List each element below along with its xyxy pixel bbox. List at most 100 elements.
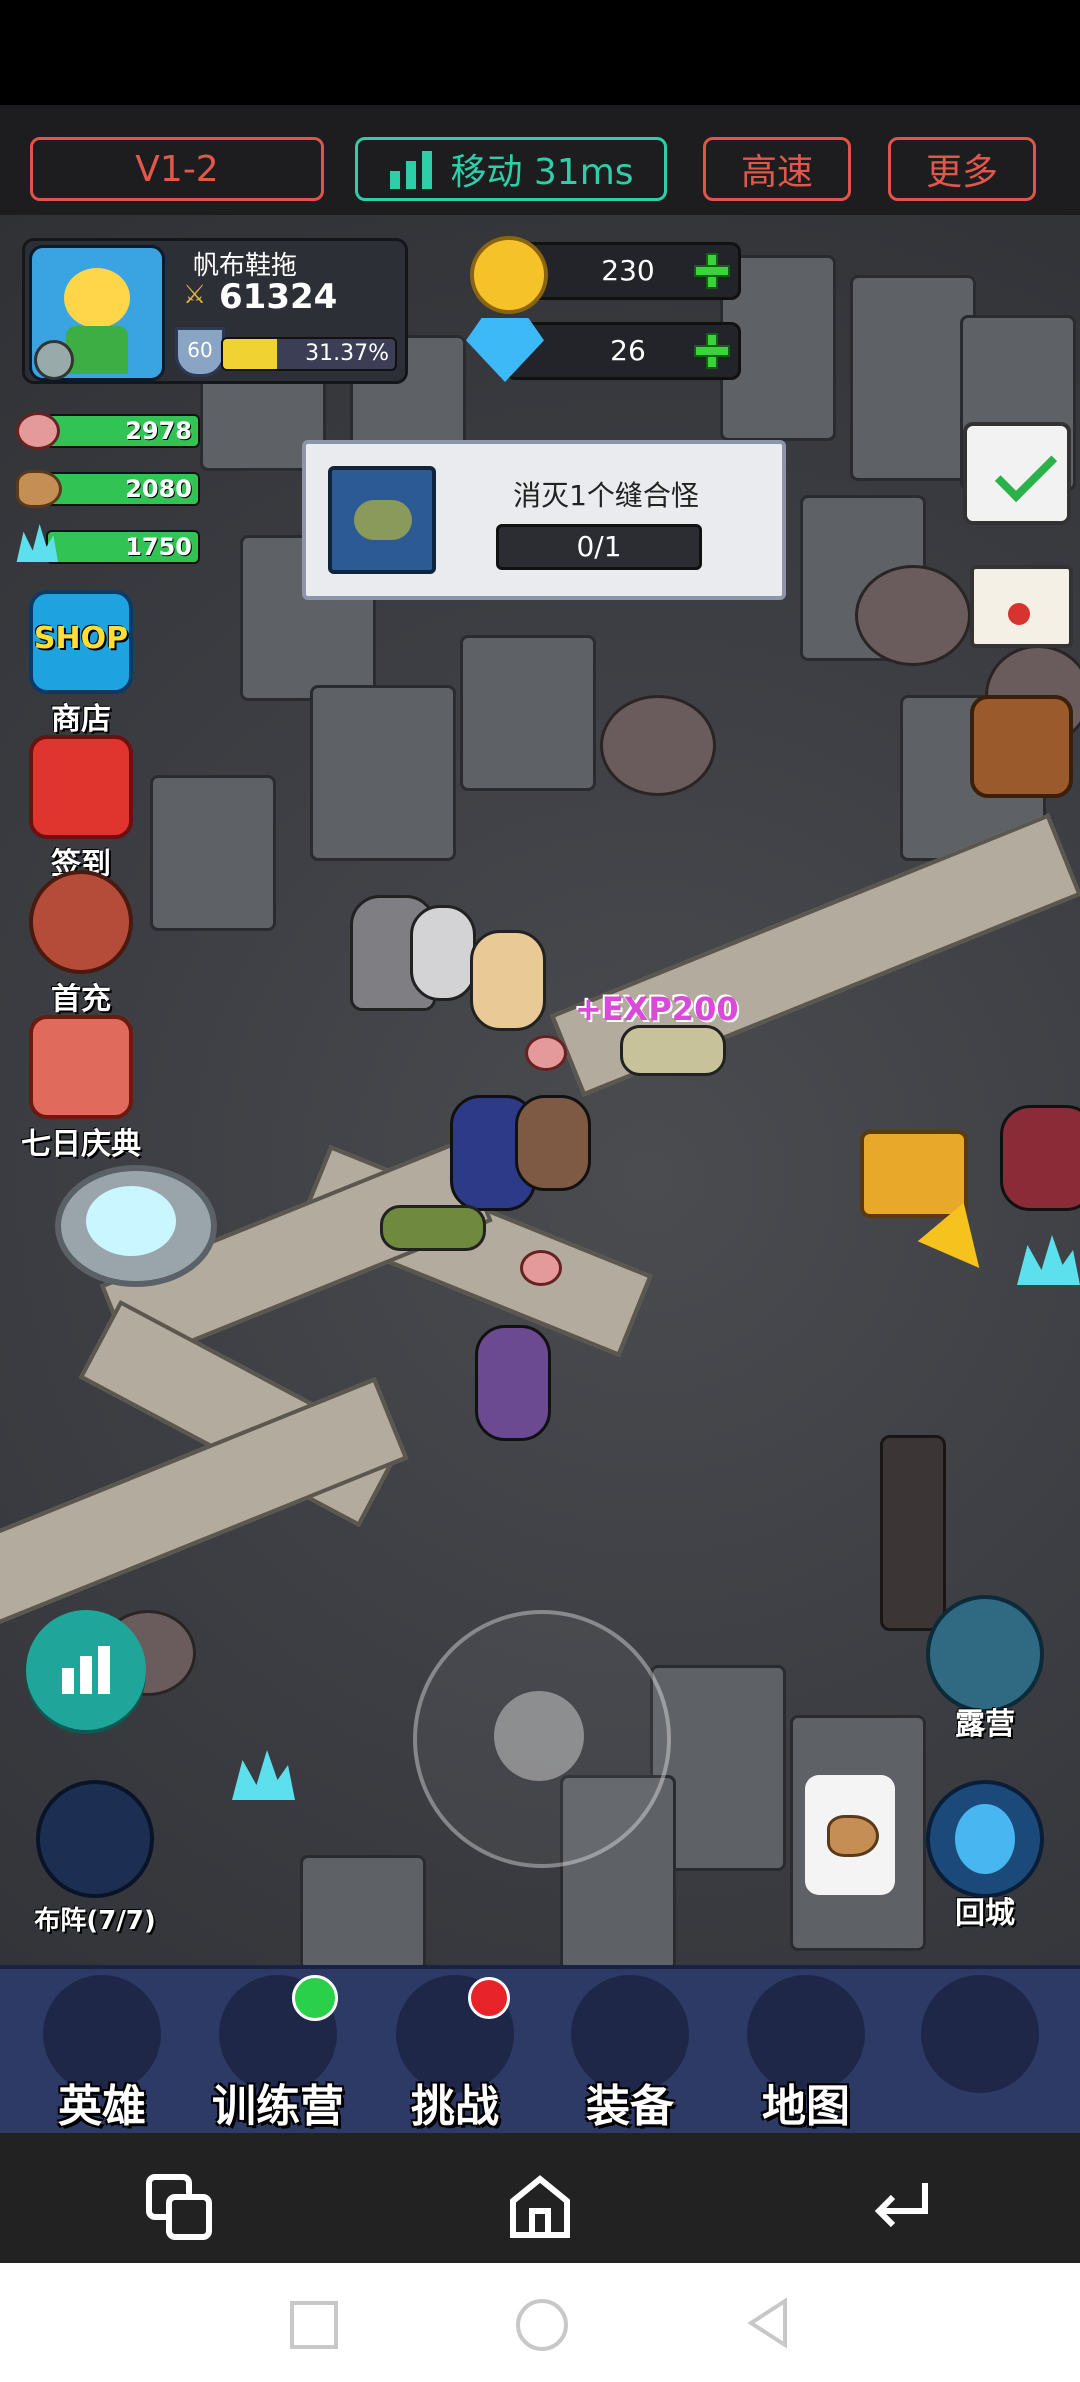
add-diamond-plus-icon[interactable] (692, 331, 732, 371)
gift-icon (29, 735, 133, 839)
diamond-counter: 26 (505, 322, 741, 380)
notification-dot (468, 1977, 510, 2019)
nav-heroes[interactable]: 英雄 (22, 1975, 182, 2132)
network-button[interactable]: 移动 31ms (355, 137, 667, 201)
stitched-monster[interactable] (620, 1025, 726, 1076)
system-nav-bar (0, 2133, 1080, 2263)
hero-swordsman (410, 905, 476, 1001)
enemy-demon[interactable] (1000, 1105, 1080, 1211)
nav-locked[interactable] (900, 1975, 1060, 2125)
hero-portrait (64, 268, 130, 328)
rock (310, 685, 456, 861)
quest-title: 消灭1个缝合怪 (513, 479, 699, 512)
crystal-node[interactable] (232, 1750, 295, 1800)
wood-collect-button[interactable] (805, 1775, 895, 1895)
tree (855, 565, 971, 666)
mail-icon[interactable] (970, 565, 1073, 648)
avatar[interactable] (29, 245, 165, 381)
version-button[interactable]: V1-2 (30, 137, 324, 201)
gold-coin-icon (470, 236, 548, 314)
crystal-bar: 1750 (46, 530, 200, 564)
treasure-chest[interactable] (860, 1130, 968, 1218)
add-gold-plus-icon[interactable] (692, 251, 732, 291)
checkmark-icon (994, 439, 1058, 503)
status-bar (0, 0, 1080, 105)
crystal-value: 1750 (125, 533, 192, 561)
defeated-monster (380, 1205, 486, 1251)
exp-bar: 31.37% (221, 337, 397, 371)
more-label: 更多 (925, 152, 998, 193)
speed-button[interactable]: 高速 (703, 137, 851, 201)
nav-equipment[interactable]: 装备 (550, 1975, 710, 2132)
formation-button[interactable]: 布阵(7/7) (20, 1780, 170, 1937)
meat-drop-icon[interactable] (525, 1035, 567, 1071)
square-nav-icon[interactable] (290, 2301, 338, 2349)
portal[interactable] (55, 1165, 217, 1287)
meat-bar: 2978 (46, 414, 200, 448)
quest-panel[interactable]: 消灭1个缝合怪 0/1 (302, 440, 786, 600)
mail-seal-icon (1008, 603, 1030, 625)
meat-value: 2978 (125, 417, 192, 445)
return-city-button[interactable]: 回城 (925, 1780, 1045, 1932)
gear-icon[interactable] (34, 340, 74, 380)
nav-map[interactable]: 地图 (726, 1975, 886, 2132)
quest-progress: 0/1 (496, 524, 702, 570)
home-icon[interactable] (505, 2171, 575, 2241)
shop-badge: SHOP (29, 590, 133, 694)
bar-chart-icon (62, 1646, 110, 1694)
hero-archer (475, 1325, 551, 1441)
stats-button[interactable] (26, 1610, 146, 1730)
archer-portrait-icon (29, 870, 133, 974)
exp-bar-fill (223, 339, 277, 369)
rock (850, 275, 976, 481)
exp-popup: +EXP200 (575, 990, 739, 1028)
version-label: V1-2 (135, 148, 219, 190)
tent-icon (926, 1595, 1044, 1713)
swirl-core (955, 1804, 1015, 1874)
wood-value: 2080 (125, 475, 192, 503)
shop-label: 商店 (51, 702, 111, 737)
upgrade-arrow-icon (292, 1975, 338, 2021)
android-nav-bar (0, 2263, 1080, 2382)
triangle-nav-icon[interactable] (745, 2297, 789, 2349)
circle-nav-icon[interactable] (516, 2299, 568, 2351)
rock (460, 635, 596, 791)
quest-monster-icon (328, 466, 436, 574)
signin-button[interactable]: 签到 (26, 735, 136, 883)
tree (600, 695, 716, 796)
signal-icon (390, 151, 433, 189)
exp-percent: 31.37% (305, 341, 389, 366)
speed-label: 高速 (740, 152, 813, 193)
checklist-icon[interactable] (963, 422, 1071, 525)
joystick[interactable] (413, 1610, 671, 1868)
rock (300, 1855, 426, 1965)
seven-day-button[interactable]: 七日庆典 (8, 1015, 154, 1163)
nav-training[interactable]: 训练营 (198, 1975, 358, 2132)
nav-training-label: 训练营 (212, 2081, 344, 2132)
camp-button[interactable]: 露营 (925, 1595, 1045, 1743)
nav-challenge-label: 挑战 (411, 2081, 499, 2132)
back-icon[interactable] (865, 2173, 935, 2243)
crystal-node[interactable] (1017, 1235, 1080, 1285)
hero-gunner (515, 1095, 591, 1191)
meat-drop-icon[interactable] (520, 1250, 562, 1286)
return-city-label: 回城 (955, 1896, 1015, 1931)
power-value: 61324 (219, 277, 338, 317)
nav-map-label: 地图 (762, 2081, 850, 2132)
hero-body (66, 326, 128, 374)
first-charge-button[interactable]: 首充 (26, 870, 136, 1018)
lock-icon (921, 1975, 1039, 2093)
recent-apps-icon[interactable] (145, 2173, 215, 2243)
more-button[interactable]: 更多 (888, 137, 1036, 201)
nav-challenge[interactable]: 挑战 (375, 1975, 535, 2132)
shop-button[interactable]: SHOP 商店 (26, 590, 136, 738)
hero-priest (470, 930, 546, 1031)
meat-icon (16, 412, 60, 450)
joystick-knob[interactable] (494, 1691, 584, 1781)
backpack-icon[interactable] (970, 695, 1073, 798)
player-panel[interactable]: 帆布鞋拖 ⚔ 61324 60 31.37% (22, 238, 408, 384)
wood-icon (16, 470, 62, 508)
camp-label: 露营 (955, 1707, 1015, 1742)
stitched-monster-icon (354, 500, 412, 540)
nav-heroes-label: 英雄 (58, 2081, 146, 2132)
